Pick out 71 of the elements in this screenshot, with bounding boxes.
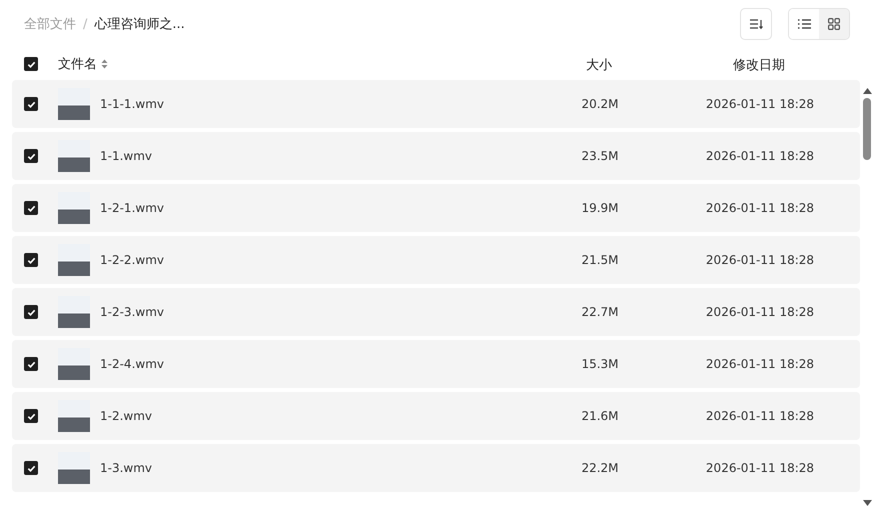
checkbox[interactable] bbox=[24, 201, 38, 215]
video-thumbnail bbox=[58, 296, 90, 328]
checkbox[interactable] bbox=[24, 357, 38, 371]
checkbox[interactable] bbox=[24, 57, 38, 71]
file-name: 1-1-1.wmv bbox=[100, 97, 165, 111]
video-thumbnail bbox=[58, 192, 90, 224]
checkbox[interactable] bbox=[24, 409, 38, 423]
checkbox[interactable] bbox=[24, 461, 38, 475]
sort-arrows-icon bbox=[101, 59, 108, 69]
modified-date: 2026-01-11 18:28 bbox=[704, 149, 816, 163]
checkmark-icon bbox=[26, 464, 36, 472]
file-size: 22.7M bbox=[580, 305, 620, 319]
file-size: 21.5M bbox=[580, 253, 620, 267]
scroll-up-icon bbox=[862, 88, 872, 94]
file-row[interactable]: 1-2-1.wmv 19.9M 2026-01-11 18:28 bbox=[12, 184, 860, 232]
checkbox[interactable] bbox=[24, 149, 38, 163]
breadcrumb-separator: / bbox=[83, 16, 88, 32]
modified-date: 2026-01-11 18:28 bbox=[704, 409, 816, 423]
checkbox[interactable] bbox=[24, 97, 38, 111]
file-name: 1-2-3.wmv bbox=[100, 305, 165, 319]
file-row[interactable]: 1-2-3.wmv 22.7M 2026-01-11 18:28 bbox=[12, 288, 860, 336]
checkmark-icon bbox=[26, 204, 36, 212]
file-row[interactable]: 1-2.wmv 21.6M 2026-01-11 18:28 bbox=[12, 392, 860, 440]
modified-date: 2026-01-11 18:28 bbox=[704, 97, 816, 111]
checkbox[interactable] bbox=[24, 253, 38, 267]
modified-date: 2026-01-11 18:28 bbox=[704, 357, 816, 371]
file-name: 1-2-2.wmv bbox=[100, 253, 165, 267]
video-thumbnail bbox=[58, 88, 90, 120]
checkmark-icon bbox=[26, 60, 36, 68]
file-size: 20.2M bbox=[580, 97, 620, 111]
list-icon bbox=[798, 19, 810, 29]
checkmark-icon bbox=[26, 256, 36, 264]
sort-button[interactable] bbox=[740, 8, 772, 40]
file-size: 22.2M bbox=[580, 461, 620, 475]
video-thumbnail bbox=[58, 140, 90, 172]
column-header[interactable]: 文件名 bbox=[58, 55, 539, 73]
modified-date: 2026-01-11 18:28 bbox=[704, 253, 816, 267]
file-row[interactable]: 1-1-1.wmv 20.2M 2026-01-11 18:28 bbox=[12, 80, 860, 128]
checkmark-icon bbox=[26, 152, 36, 160]
file-size: 15.3M bbox=[580, 357, 620, 371]
video-thumbnail bbox=[58, 400, 90, 432]
file-row[interactable]: 1-3.wmv 22.2M 2026-01-11 18:28 bbox=[12, 444, 860, 492]
scroll-down-icon bbox=[862, 500, 872, 506]
file-row[interactable]: 1-2-4.wmv 15.3M 2026-01-11 18:28 bbox=[12, 340, 860, 388]
video-thumbnail bbox=[58, 244, 90, 276]
checkmark-icon bbox=[26, 360, 36, 368]
grid-icon bbox=[828, 18, 840, 30]
file-name: 1-1.wmv bbox=[100, 149, 154, 163]
checkbox[interactable] bbox=[24, 305, 38, 319]
video-thumbnail bbox=[58, 452, 90, 484]
video-thumbnail bbox=[58, 348, 90, 380]
file-size: 23.5M bbox=[580, 149, 620, 163]
grid-view-button[interactable] bbox=[819, 9, 849, 39]
modified-date: 2026-01-11 18:28 bbox=[704, 305, 816, 319]
file-size: 19.9M bbox=[580, 201, 620, 215]
checkmark-icon bbox=[26, 412, 36, 420]
modified-date: 2026-01-11 18:28 bbox=[704, 461, 816, 475]
scrollbar-thumb[interactable] bbox=[863, 98, 871, 160]
checkmark-icon bbox=[26, 100, 36, 108]
file-name: 1-3.wmv bbox=[100, 461, 154, 475]
column-header: 大小 bbox=[586, 57, 612, 74]
file-name: 1-2-1.wmv bbox=[100, 201, 165, 215]
sort-icon bbox=[749, 18, 763, 30]
modified-date: 2026-01-11 18:28 bbox=[704, 201, 816, 215]
file-name: 1-2.wmv bbox=[100, 409, 154, 423]
checkmark-icon bbox=[26, 308, 36, 316]
file-size: 21.6M bbox=[580, 409, 620, 423]
column-header: 修改日期 bbox=[733, 57, 785, 74]
file-name: 1-2-4.wmv bbox=[100, 357, 165, 371]
file-row[interactable]: 1-1.wmv 23.5M 2026-01-11 18:28 bbox=[12, 132, 860, 180]
file-row[interactable]: 1-2-2.wmv 21.5M 2026-01-11 18:28 bbox=[12, 236, 860, 284]
